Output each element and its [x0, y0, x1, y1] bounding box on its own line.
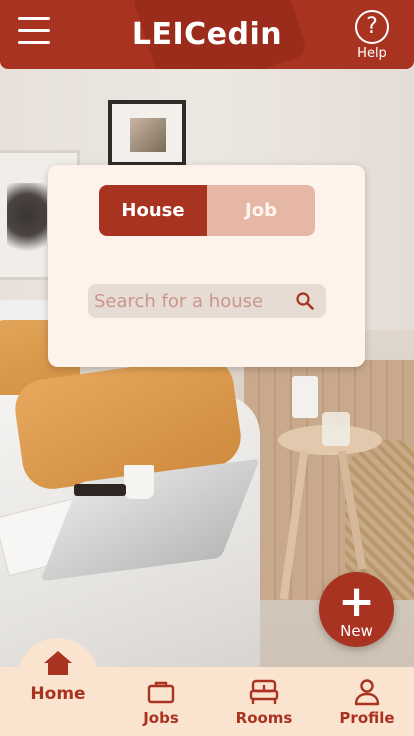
toggle-job[interactable]: Job: [207, 185, 315, 236]
new-button[interactable]: + New: [319, 572, 394, 647]
plus-icon: +: [338, 576, 375, 627]
phone: [74, 484, 126, 496]
bed-icon: [230, 675, 298, 709]
nav-home-label: Home: [30, 684, 86, 704]
new-label: New: [340, 622, 373, 640]
wall-picture-center: [108, 100, 186, 166]
briefcase-icon: [126, 675, 196, 709]
nav-profile-label: Profile: [339, 709, 395, 727]
help-label: Help: [357, 46, 387, 61]
nav-profile[interactable]: Profile: [333, 667, 401, 736]
nav-rooms-label: Rooms: [235, 709, 293, 727]
cup: [292, 376, 318, 418]
help-button[interactable]: ? Help: [350, 10, 394, 62]
search-box: [88, 284, 326, 318]
bottom-nav: Home Jobs Rooms Profile: [0, 651, 414, 736]
toggle-house[interactable]: House: [99, 185, 207, 236]
mug: [124, 465, 154, 499]
jar: [322, 412, 350, 446]
home-icon: [17, 646, 99, 680]
nav-rooms[interactable]: Rooms: [230, 667, 298, 736]
search-type-toggle: House Job: [99, 185, 315, 236]
search-card: House Job: [48, 165, 365, 367]
search-input[interactable]: [94, 290, 294, 312]
person-icon: [333, 675, 401, 709]
nav-home[interactable]: Home: [17, 638, 99, 736]
nav-jobs[interactable]: Jobs: [126, 667, 196, 736]
nav-jobs-label: Jobs: [143, 709, 179, 727]
help-icon: ?: [355, 10, 389, 44]
search-icon[interactable]: [294, 290, 316, 312]
top-app-bar: LEICedin ? Help: [0, 0, 414, 69]
